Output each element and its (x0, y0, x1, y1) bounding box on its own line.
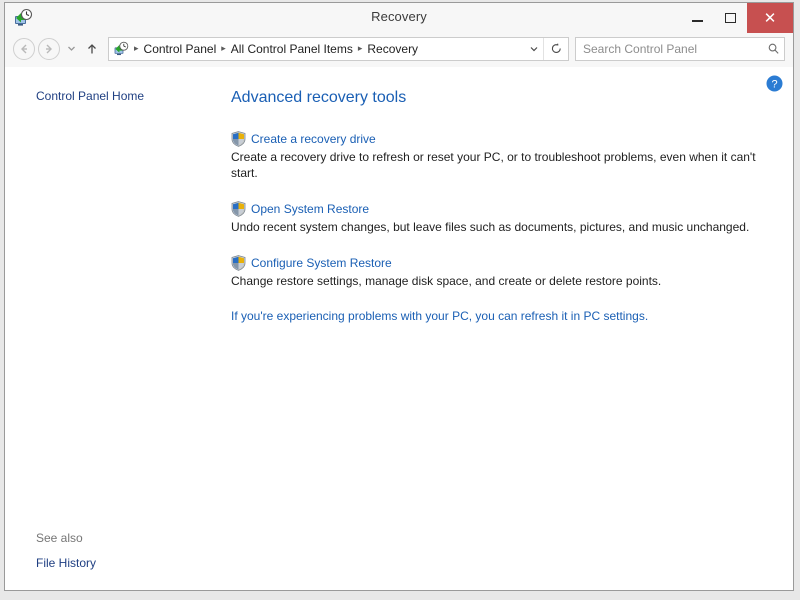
uac-shield-icon (231, 131, 246, 147)
see-also-item-file-history[interactable]: File History (36, 556, 96, 570)
sidebar-item-control-panel-home[interactable]: Control Panel Home (5, 89, 201, 103)
minimize-button[interactable] (681, 3, 714, 33)
up-level-button[interactable] (81, 42, 103, 56)
breadcrumb-item-control-panel[interactable]: Control Panel (141, 42, 220, 56)
refresh-button[interactable] (543, 37, 568, 60)
uac-shield-icon (231, 201, 246, 217)
minimize-icon (692, 20, 703, 22)
chevron-down-icon (67, 46, 75, 51)
back-arrow-icon (21, 44, 27, 53)
search-icon[interactable] (762, 42, 784, 55)
breadcrumb: ▸ Control Panel ▸ All Control Panel Item… (132, 42, 525, 56)
recovery-window: Recovery ✕ ▸ Control Panel ▸ All Control… (4, 2, 794, 591)
see-also-heading: See also (36, 531, 83, 545)
tool-item-open-system-restore: Open System Restore Undo recent system c… (231, 201, 775, 235)
tool-link-row: Create a recovery drive (231, 131, 775, 147)
page-title: Advanced recovery tools (231, 89, 407, 106)
breadcrumb-separator: ▸ (221, 43, 226, 53)
tool-link-row: Open System Restore (231, 201, 775, 217)
address-bar[interactable]: ▸ Control Panel ▸ All Control Panel Item… (108, 36, 569, 61)
tool-link-open-system-restore[interactable]: Open System Restore (251, 202, 369, 216)
breadcrumb-recovery-icon (113, 41, 129, 57)
tool-link-configure-system-restore[interactable]: Configure System Restore (251, 256, 392, 270)
sidebar: Control Panel Home See also File History (5, 67, 201, 590)
address-dropdown-button[interactable] (525, 44, 543, 54)
search-box[interactable] (575, 36, 785, 61)
breadcrumb-separator: ▸ (357, 43, 363, 53)
breadcrumb-item-all-control-panel-items[interactable]: All Control Panel Items (228, 42, 356, 56)
maximize-button[interactable] (714, 3, 747, 33)
breadcrumb-separator: ▸ (134, 43, 139, 53)
uac-shield-icon (231, 255, 246, 271)
help-icon[interactable]: ? (766, 75, 783, 92)
close-button[interactable]: ✕ (747, 3, 793, 33)
recent-locations-button[interactable] (63, 44, 79, 53)
chevron-down-icon (530, 46, 538, 51)
tool-description: Undo recent system changes, but leave fi… (231, 220, 750, 234)
svg-text:?: ? (771, 78, 777, 90)
tool-link-row: Configure System Restore (231, 255, 775, 271)
window-title: Recovery (371, 9, 427, 24)
breadcrumb-item-recovery[interactable]: Recovery (364, 42, 421, 56)
forward-button[interactable] (38, 37, 60, 60)
tool-link-create-recovery-drive[interactable]: Create a recovery drive (251, 132, 376, 146)
pc-settings-refresh-link[interactable]: If you're experiencing problems with you… (231, 309, 775, 323)
search-input[interactable] (576, 41, 762, 56)
refresh-icon (551, 43, 561, 54)
close-icon: ✕ (763, 9, 777, 27)
see-also-section: See also File History (36, 531, 96, 570)
tool-item-create-recovery-drive: Create a recovery drive Create a recover… (231, 131, 775, 181)
forward-arrow-icon (46, 44, 52, 53)
window-body: Control Panel Home See also File History… (5, 67, 793, 590)
tool-description: Create a recovery drive to refresh or re… (231, 150, 756, 180)
tool-item-configure-system-restore: Configure System Restore Change restore … (231, 255, 775, 289)
back-button[interactable] (13, 37, 35, 60)
tool-description: Change restore settings, manage disk spa… (231, 274, 662, 288)
title-bar: Recovery ✕ (5, 3, 793, 33)
main-content: ? Advanced recovery tools Create a recov… (201, 67, 793, 590)
up-arrow-icon (88, 43, 96, 53)
window-controls: ✕ (681, 3, 793, 33)
address-toolbar: ▸ Control Panel ▸ All Control Panel Item… (5, 33, 793, 67)
maximize-icon (725, 13, 736, 23)
